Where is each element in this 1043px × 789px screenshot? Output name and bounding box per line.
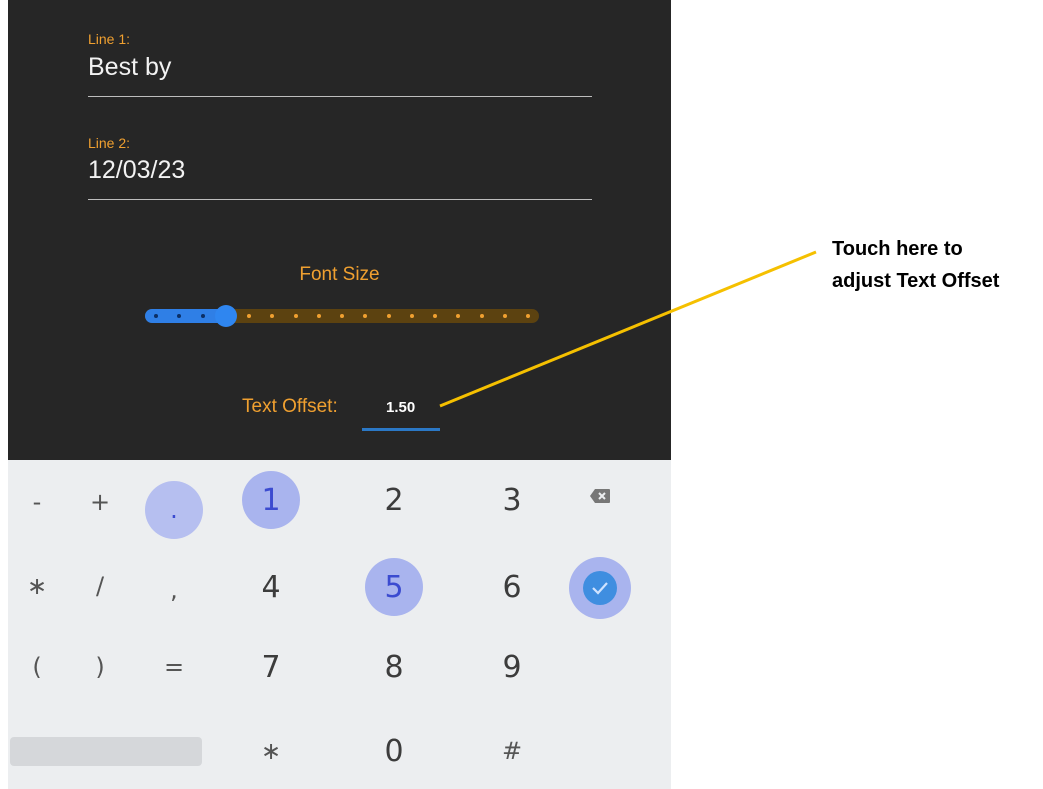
callout-pointer [439, 250, 817, 408]
callout-annotation: Touch here to adjust Text Offset [832, 238, 1000, 292]
